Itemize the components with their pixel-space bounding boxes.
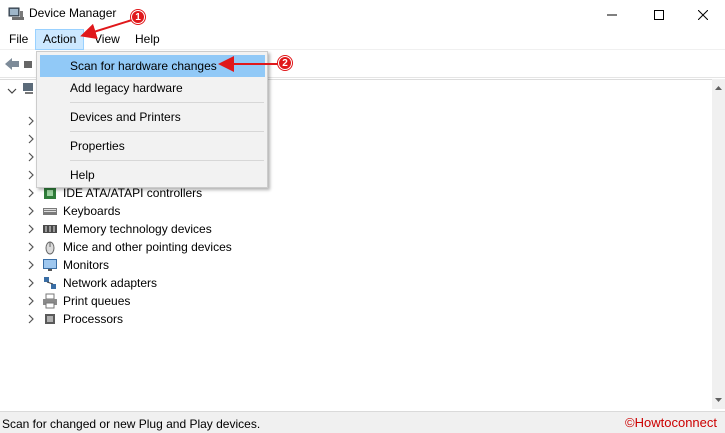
expand-chevron-icon[interactable]: [26, 152, 36, 162]
expand-chevron-icon[interactable]: [26, 296, 36, 306]
close-button[interactable]: [680, 0, 725, 29]
tree-item-label: IDE ATA/ATAPI controllers: [63, 186, 203, 200]
step-badge-2: 2: [278, 56, 292, 70]
tree-item[interactable]: Print queues: [0, 292, 700, 310]
back-arrow-icon[interactable]: [4, 57, 20, 71]
action-dropdown-menu: Scan for hardware changes Add legacy har…: [36, 51, 268, 188]
menu-file[interactable]: File: [2, 29, 35, 50]
tree-item-label: Print queues: [63, 294, 131, 308]
watermark: ©Howtoconnect: [625, 415, 717, 430]
processor-icon: [45, 314, 55, 324]
menu-action[interactable]: Action: [35, 29, 85, 50]
maximize-icon: [653, 9, 664, 20]
menu-view[interactable]: View: [87, 29, 127, 50]
expand-chevron-icon[interactable]: [26, 170, 36, 180]
device-manager-icon: [8, 7, 24, 20]
network-adapter-icon: [44, 277, 56, 289]
tree-item-label: Processors: [63, 312, 124, 326]
step-badge-1: 1: [131, 10, 145, 24]
expand-chevron-icon[interactable]: [26, 134, 36, 144]
computer-icon: [23, 83, 33, 94]
tree-item-label: Network adapters: [63, 276, 158, 290]
expand-chevron-icon[interactable]: [26, 278, 36, 288]
tree-item[interactable]: Network adapters: [0, 274, 700, 292]
expand-chevron-icon[interactable]: [26, 314, 36, 324]
tree-item[interactable]: Mice and other pointing devices: [0, 238, 700, 256]
menu-separator: [70, 102, 264, 103]
tree-item[interactable]: Monitors: [0, 256, 700, 274]
tree-item[interactable]: Memory technology devices: [0, 220, 700, 238]
menu-item-devices-and-printers[interactable]: Devices and Printers: [40, 106, 265, 128]
tree-item[interactable]: Keyboards: [0, 202, 700, 220]
status-text: Scan for changed or new Plug and Play de…: [2, 417, 261, 431]
tree-item-label: Keyboards: [63, 204, 121, 218]
mouse-icon: [45, 241, 55, 255]
tree-item[interactable]: Processors: [0, 310, 700, 328]
expand-chevron-icon[interactable]: [26, 116, 36, 126]
vertical-scrollbar[interactable]: [712, 79, 725, 409]
menu-item-add-legacy-hardware[interactable]: Add legacy hardware: [40, 77, 265, 99]
menu-item-properties[interactable]: Properties: [40, 135, 265, 157]
expand-chevron-icon[interactable]: [26, 206, 36, 216]
menu-item-help[interactable]: Help: [40, 164, 265, 186]
scroll-up-icon[interactable]: [712, 81, 725, 95]
menu-item-scan-hardware[interactable]: Scan for hardware changes: [40, 55, 265, 77]
printer-icon: [43, 293, 57, 309]
monitor-icon: [43, 259, 57, 271]
menu-help[interactable]: Help: [128, 29, 167, 50]
tree-item-label: Monitors: [63, 258, 110, 272]
tree-item-label: Mice and other pointing devices: [63, 240, 232, 254]
expand-chevron-icon[interactable]: [26, 242, 36, 252]
close-icon: [697, 9, 708, 20]
menu-separator: [70, 160, 264, 161]
expand-chevron-icon[interactable]: [7, 86, 17, 96]
window-title: Device Manager: [29, 6, 117, 20]
title-bar: Device Manager: [0, 0, 725, 29]
status-bar: Scan for changed or new Plug and Play de…: [0, 411, 725, 433]
expand-chevron-icon[interactable]: [26, 188, 36, 198]
menu-bar: File Action View Help: [0, 29, 725, 50]
memory-device-icon: [43, 225, 57, 233]
scroll-down-icon[interactable]: [712, 393, 725, 407]
minimize-icon: [606, 14, 617, 15]
expand-chevron-icon[interactable]: [26, 260, 36, 270]
expand-chevron-icon[interactable]: [26, 224, 36, 234]
menu-separator: [70, 131, 264, 132]
minimize-button[interactable]: [589, 0, 634, 29]
maximize-button[interactable]: [636, 0, 681, 29]
keyboard-icon: [43, 208, 57, 215]
tree-item-label: Memory technology devices: [63, 222, 212, 236]
toolbar-button-icon[interactable]: [24, 60, 34, 69]
